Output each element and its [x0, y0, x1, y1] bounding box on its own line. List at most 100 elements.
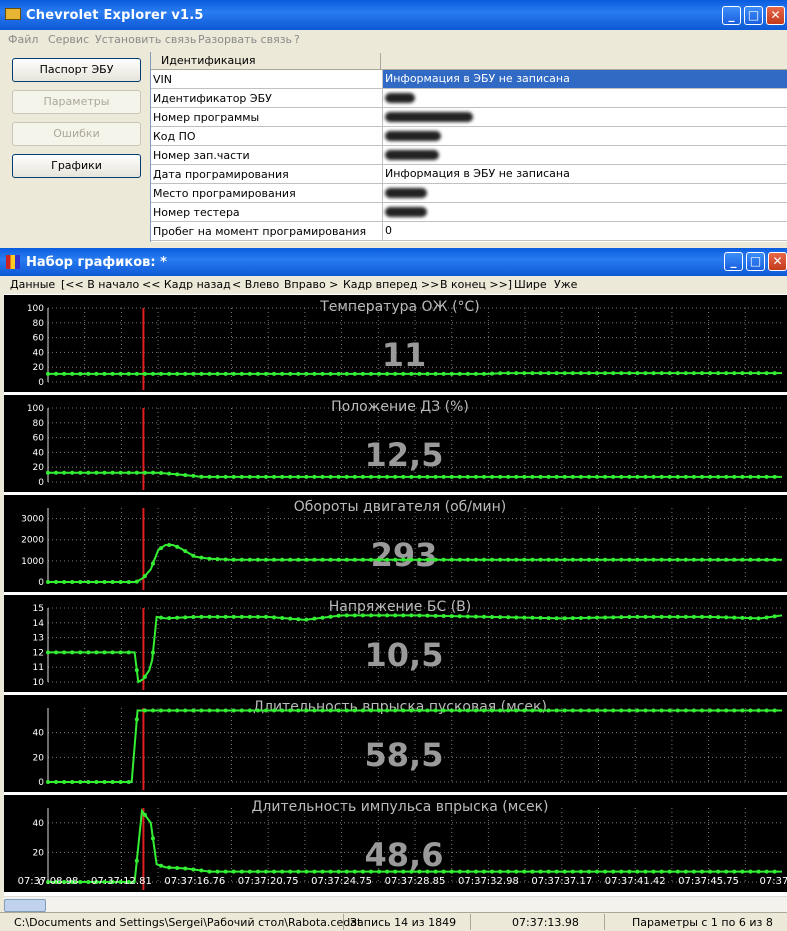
data-point — [78, 470, 83, 475]
minimize-icon[interactable]: _ — [722, 6, 741, 25]
data-point — [764, 869, 769, 874]
data-point — [627, 474, 632, 479]
data-point — [175, 544, 180, 549]
data-point — [385, 557, 390, 562]
data-point — [417, 869, 422, 874]
frame-forward-button[interactable]: Кадр вперед >> — [343, 278, 439, 291]
right-button[interactable]: Вправо > — [284, 278, 338, 291]
go-end-button[interactable]: В конец >>] — [440, 278, 512, 291]
data-point — [546, 474, 551, 479]
data-point — [417, 708, 422, 713]
data-point — [473, 708, 478, 713]
data-point — [667, 557, 672, 562]
data-point — [328, 708, 333, 713]
data-point — [457, 614, 462, 619]
data-point — [110, 580, 115, 584]
table-row[interactable]: Место програмирования — [151, 184, 787, 203]
go-start-button[interactable]: [<< В начало — [61, 278, 139, 291]
data-point — [191, 371, 196, 376]
status-time: 07:37:13.98 — [512, 916, 579, 929]
data-point — [46, 470, 50, 475]
data-point — [94, 650, 99, 655]
table-row[interactable]: Номер программы — [151, 108, 787, 127]
data-point — [263, 474, 268, 479]
menu-connect[interactable]: Установить связь — [95, 33, 196, 46]
parameters-button[interactable]: Параметры — [12, 90, 141, 114]
frame-back-button[interactable]: << Кадр назад — [142, 278, 231, 291]
data-point — [578, 708, 583, 713]
data-point — [272, 615, 277, 620]
table-row[interactable]: Номер зап.части — [151, 146, 787, 165]
left-button[interactable]: < Влево — [232, 278, 279, 291]
data-point — [62, 780, 67, 784]
horizontal-scrollbar[interactable] — [4, 896, 787, 912]
data-point — [498, 474, 503, 479]
data-point — [142, 674, 147, 679]
menu-file[interactable]: Файл — [8, 33, 38, 46]
data-point — [78, 650, 83, 655]
ecu-passport-button[interactable]: Паспорт ЭБУ — [12, 58, 141, 82]
data-point — [578, 371, 583, 376]
table-row[interactable]: Пробег на момент програмирования 0 — [151, 222, 787, 241]
data-point — [54, 780, 59, 784]
data-point — [635, 869, 640, 874]
data-point — [247, 708, 252, 713]
chart-panel: 0 1000 2000 3000 293 Обороты двигателя (об/ми… — [4, 495, 787, 592]
data-point — [538, 708, 543, 713]
data-point — [344, 371, 349, 376]
chart-panel: 0 20 40 58,5 Длительность впрыска пусковая (… — [4, 695, 787, 792]
data-point — [627, 614, 632, 619]
data-point — [740, 615, 745, 620]
table-row[interactable]: Дата програмирования Информация в ЭБУ не … — [151, 165, 787, 184]
data-point — [522, 708, 527, 713]
data-point — [401, 371, 406, 376]
y-tick-label: 20 — [33, 753, 45, 763]
data-point — [328, 869, 333, 874]
data-point — [183, 615, 188, 620]
data-point — [247, 869, 252, 874]
data-point — [62, 470, 67, 475]
data-point — [425, 557, 430, 562]
data-point — [304, 474, 309, 479]
data-point — [675, 557, 680, 562]
data-point — [368, 557, 373, 562]
wider-button[interactable]: Шире — [514, 278, 547, 291]
menu-service[interactable]: Сервис — [48, 33, 89, 46]
maximize-icon[interactable]: □ — [746, 252, 765, 271]
errors-button[interactable]: Ошибки — [12, 122, 141, 146]
menu-help[interactable]: ? — [294, 33, 300, 46]
data-point — [78, 880, 83, 884]
data-point — [756, 869, 761, 874]
table-row[interactable]: VIN Информация в ЭБУ не записана — [151, 70, 787, 89]
table-row[interactable]: Код ПО — [151, 127, 787, 146]
data-point — [683, 371, 688, 376]
data-point — [740, 708, 745, 713]
data-point — [716, 474, 721, 479]
data-point — [199, 474, 204, 479]
data-point — [699, 474, 704, 479]
data-point — [377, 708, 382, 713]
table-row[interactable]: Идентификатор ЭБУ — [151, 89, 787, 108]
data-point — [150, 650, 155, 655]
charts-button[interactable]: Графики — [12, 154, 141, 178]
maximize-icon[interactable]: □ — [744, 6, 763, 25]
minimize-icon[interactable]: _ — [724, 252, 743, 271]
data-point — [481, 474, 486, 479]
scrollbar-thumb[interactable] — [4, 899, 46, 912]
data-point — [441, 557, 446, 562]
row-name: Пробег на момент програмирования — [153, 225, 367, 238]
narrower-button[interactable]: Уже — [554, 278, 577, 291]
close-icon[interactable]: ✕ — [768, 252, 787, 271]
data-point — [352, 557, 357, 562]
data-point — [352, 613, 357, 618]
menu-data[interactable]: Данные — [10, 278, 55, 291]
menu-disconnect[interactable]: Разорвать связь — [198, 33, 292, 46]
table-row[interactable]: Номер тестера — [151, 203, 787, 222]
close-icon[interactable]: ✕ — [766, 6, 785, 25]
data-point — [457, 474, 462, 479]
data-point — [320, 869, 325, 874]
data-point — [433, 474, 438, 479]
data-point — [538, 557, 543, 562]
data-point — [530, 615, 535, 620]
data-point — [377, 371, 382, 376]
